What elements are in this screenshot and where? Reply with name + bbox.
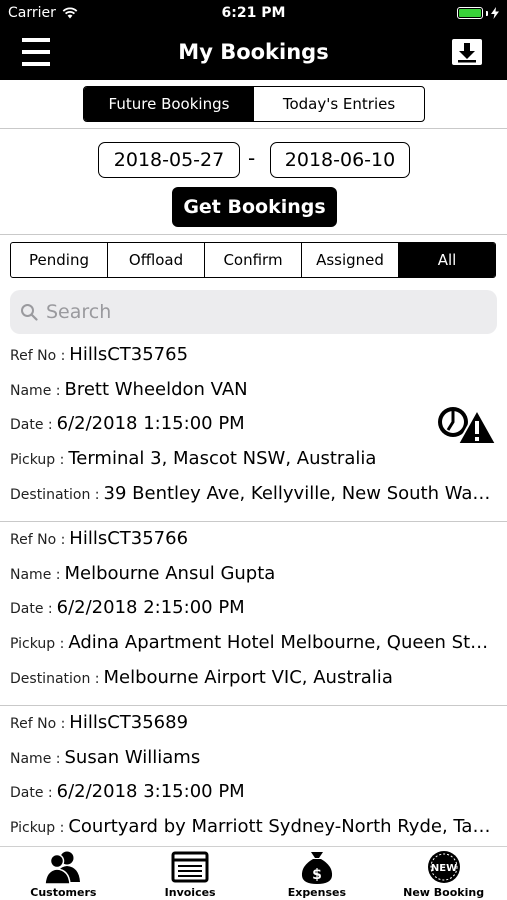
ref-label: Ref No : (10, 348, 66, 364)
date-row: Date : 6/2/2018 3:15:00 PM (10, 781, 495, 811)
ref-label: Ref No : (10, 716, 66, 732)
pickup-label: Pickup : (10, 636, 65, 652)
booking-card[interactable]: Ref No : HillsCT35689 Name : Susan Willi… (0, 706, 507, 846)
ref-row: Ref No : HillsCT35766 (10, 528, 495, 558)
tab-todays-entries[interactable]: Today's Entries (254, 87, 424, 121)
ref-value: HillsCT35765 (69, 344, 189, 365)
date-value: 6/2/2018 1:15:00 PM (56, 413, 245, 434)
late-warning-icon (438, 407, 497, 445)
from-date-field[interactable]: 2018-05-27 (98, 142, 240, 178)
name-row: Name : Susan Williams (10, 747, 495, 777)
name-label: Name : (10, 383, 61, 399)
page-title: My Bookings (178, 40, 329, 64)
ref-value: HillsCT35766 (69, 528, 189, 549)
name-label: Name : (10, 751, 61, 767)
date-label: Date : (10, 785, 53, 801)
pickup-label: Pickup : (10, 452, 65, 468)
new-badge-text: NEW (431, 863, 457, 874)
bottom-tab-bar: Customers Invoices $ Expenses NEW New Bo… (0, 846, 507, 900)
svg-text:$: $ (312, 867, 322, 883)
filter-offload[interactable]: Offload (108, 243, 205, 277)
pickup-row: Pickup : Adina Apartment Hotel Melbourne… (10, 632, 495, 662)
divider (0, 128, 507, 129)
filter-all[interactable]: All (399, 243, 495, 277)
name-row: Name : Brett Wheeldon VAN (10, 379, 495, 409)
tab-customers[interactable]: Customers (0, 847, 127, 900)
clock: 6:21 PM (221, 5, 286, 21)
get-bookings-button[interactable]: Get Bookings (172, 187, 337, 227)
date-label: Date : (10, 601, 53, 617)
tab-label: Customers (30, 886, 97, 899)
pickup-row: Pickup : Courtyard by Marriott Sydney-No… (10, 816, 495, 846)
tab-label: New Booking (403, 886, 485, 899)
status-bar: Carrier 6:21 PM (0, 0, 507, 26)
filter-confirm[interactable]: Confirm (205, 243, 302, 277)
booking-card[interactable]: Ref No : HillsCT35765 Name : Brett Wheel… (0, 338, 507, 522)
destination-value: Melbourne Airport VIC, Australia (103, 667, 393, 688)
download-icon[interactable] (451, 38, 483, 66)
charging-bolt-icon (491, 7, 499, 19)
tab-label: Invoices (164, 886, 216, 899)
destination-row: Destination : Melbourne Airport VIC, Aus… (10, 667, 495, 697)
invoices-icon (171, 851, 209, 883)
tab-invoices[interactable]: Invoices (127, 847, 254, 900)
filter-pending[interactable]: Pending (11, 243, 108, 277)
name-value: Susan Williams (64, 747, 201, 768)
name-row: Name : Melbourne Ansul Gupta (10, 563, 495, 593)
name-value: Brett Wheeldon VAN (64, 379, 248, 400)
battery-indicator (457, 7, 499, 19)
divider (0, 234, 507, 235)
search-icon (21, 304, 38, 321)
customers-icon (44, 851, 81, 885)
search-input[interactable] (46, 301, 466, 323)
date-label: Date : (10, 417, 53, 433)
destination-row: Destination : 39 Bentley Ave, Kellyville… (10, 483, 495, 513)
name-label: Name : (10, 567, 61, 583)
new-badge-icon: NEW (427, 851, 460, 883)
pickup-value: Adina Apartment Hotel Melbourne, Queen S… (68, 632, 495, 653)
ref-row: Ref No : HillsCT35765 (10, 344, 495, 374)
to-date-field[interactable]: 2018-06-10 (270, 142, 410, 178)
pickup-row: Pickup : Terminal 3, Mascot NSW, Austral… (10, 448, 495, 478)
ref-row: Ref No : HillsCT35689 (10, 712, 495, 742)
pickup-value: Courtyard by Marriott Sydney-North Ryde,… (68, 816, 495, 837)
date-value: 6/2/2018 2:15:00 PM (56, 597, 245, 618)
ref-value: HillsCT35689 (69, 712, 189, 733)
search-bar (10, 290, 497, 334)
tab-expenses[interactable]: $ Expenses (254, 847, 381, 900)
battery-icon (457, 7, 483, 19)
tab-future-bookings[interactable]: Future Bookings (84, 87, 254, 121)
date-value: 6/2/2018 3:15:00 PM (56, 781, 245, 802)
ref-label: Ref No : (10, 532, 66, 548)
date-row: Date : 6/2/2018 2:15:00 PM (10, 597, 495, 627)
date-row: Date : 6/2/2018 1:15:00 PM (10, 413, 430, 443)
date-separator: - (248, 146, 256, 170)
booking-list: Ref No : HillsCT35765 Name : Brett Wheel… (0, 338, 507, 846)
navigation-bar: My Bookings (0, 26, 507, 80)
destination-label: Destination : (10, 487, 100, 503)
pickup-label: Pickup : (10, 820, 65, 836)
destination-label: Destination : (10, 671, 100, 687)
name-value: Melbourne Ansul Gupta (64, 563, 276, 584)
tab-new-booking[interactable]: NEW New Booking (380, 847, 507, 900)
status-filter-tabs: Pending Offload Confirm Assigned All (10, 242, 496, 278)
money-bag-icon: $ (301, 852, 332, 884)
pickup-value: Terminal 3, Mascot NSW, Australia (68, 448, 377, 469)
booking-card[interactable]: Ref No : HillsCT35766 Name : Melbourne A… (0, 522, 507, 706)
tab-label: Expenses (287, 886, 347, 899)
booking-type-segmented-control: Future Bookings Today's Entries (83, 86, 425, 122)
filter-assigned[interactable]: Assigned (302, 243, 399, 277)
destination-value: 39 Bentley Ave, Kellyville, New South Wa… (103, 483, 495, 504)
